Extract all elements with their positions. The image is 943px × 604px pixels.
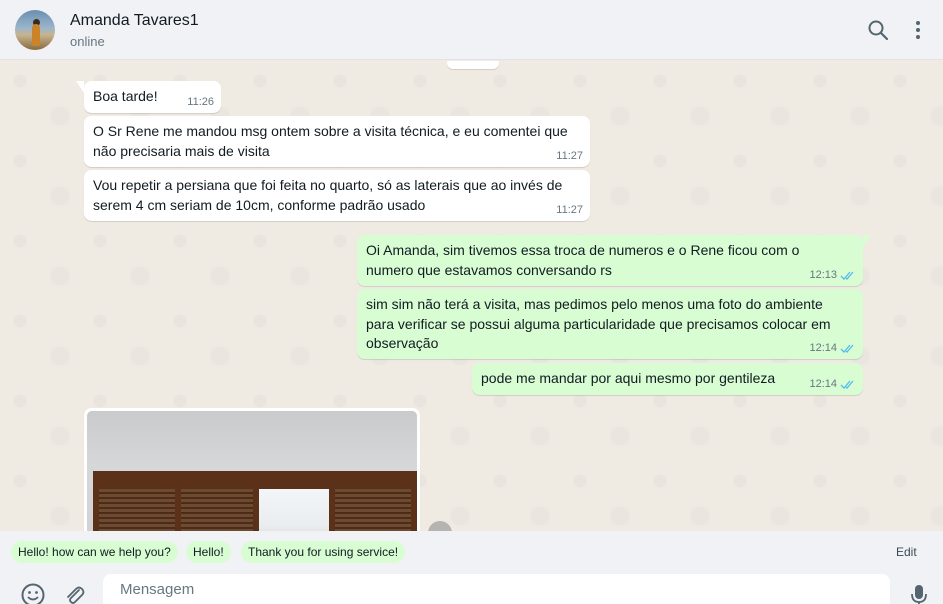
message-incoming[interactable]: Vou repetir a persiana que foi feita no … [84, 170, 590, 221]
message-text: pode me mandar por aqui mesmo por gentil… [481, 370, 776, 386]
attach-icon[interactable] [61, 582, 87, 604]
message-time: 12:14 [809, 378, 837, 390]
message-meta: 12:14 [809, 377, 856, 391]
search-icon[interactable] [866, 18, 890, 42]
message-text: Boa tarde! [93, 88, 158, 104]
message-meta: 12:14 [809, 341, 856, 355]
message-incoming[interactable]: O Sr Rene me mandou msg ontem sobre a vi… [84, 116, 590, 167]
quick-reply-chip[interactable]: Hello! how can we help you? [11, 541, 178, 563]
menu-icon[interactable] [906, 18, 930, 42]
message-outgoing[interactable]: sim sim não terá a visita, mas pedimos p… [357, 289, 863, 359]
message-outgoing[interactable]: pode me mandar por aqui mesmo por gentil… [472, 363, 863, 395]
image-message[interactable] [84, 408, 420, 531]
message-time: 11:27 [556, 204, 583, 216]
message-text: O Sr Rene me mandou msg ontem sobre a vi… [93, 123, 568, 159]
read-ticks-icon [840, 344, 854, 353]
date-badge [447, 61, 499, 69]
read-ticks-icon [840, 380, 854, 389]
composer [0, 571, 943, 604]
message-outgoing[interactable]: Oi Amanda, sim tivemos essa troca de num… [357, 235, 871, 286]
bubble-tail [76, 81, 84, 93]
message-text: sim sim não terá a visita, mas pedimos p… [366, 296, 831, 351]
microphone-icon[interactable] [907, 582, 931, 604]
bubble-tail [863, 235, 871, 247]
quick-reply-chip[interactable]: Hello! [186, 541, 231, 563]
emoji-icon[interactable] [20, 582, 46, 604]
chat-header: Amanda Tavares1 online [0, 0, 943, 60]
contact-avatar[interactable] [15, 10, 55, 50]
photo-thumbnail[interactable] [87, 411, 417, 531]
message-meta: 12:13 [809, 268, 856, 282]
quick-reply-chip[interactable]: Thank you for using service! [241, 541, 406, 563]
read-ticks-icon [840, 271, 854, 280]
message-time: 11:26 [187, 96, 214, 108]
message-time: 12:13 [809, 269, 837, 281]
message-incoming[interactable]: Boa tarde! 11:26 [76, 81, 221, 113]
quick-replies-bar: Hello! how can we help you? Hello! Thank… [0, 531, 943, 571]
message-text: Oi Amanda, sim tivemos essa troca de num… [366, 242, 800, 278]
message-time: 11:27 [556, 150, 583, 162]
message-time: 12:14 [809, 342, 837, 354]
edit-quick-replies-link[interactable]: Edit [896, 545, 917, 559]
message-input[interactable] [103, 574, 890, 604]
contact-name[interactable]: Amanda Tavares1 [70, 12, 199, 30]
message-list[interactable]: Boa tarde! 11:26 O Sr Rene me mandou msg… [0, 61, 943, 531]
forward-icon[interactable] [428, 521, 452, 531]
message-text: Vou repetir a persiana que foi feita no … [93, 177, 563, 213]
contact-status: online [70, 34, 105, 49]
